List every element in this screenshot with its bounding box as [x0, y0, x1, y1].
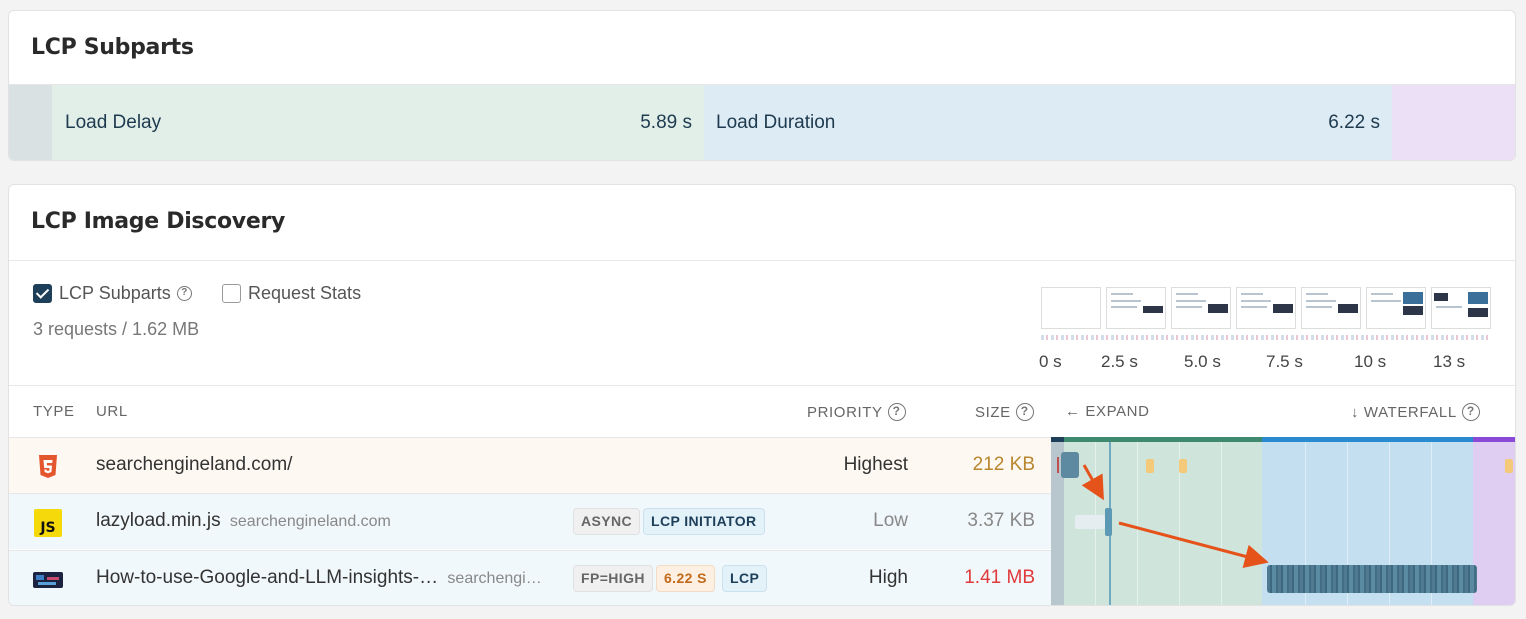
size-header-label: SIZE [975, 403, 1011, 421]
filmstrip-activity-bar [1041, 335, 1489, 340]
waterfall-sort-button[interactable]: ↓ WATERFALL ? [1351, 403, 1480, 421]
request-stats-checkbox-label: Request Stats [248, 283, 362, 303]
html5-icon [39, 455, 57, 478]
lcp-badge: LCP [722, 565, 768, 592]
request-domain: searchengineland.com [229, 513, 391, 530]
lcp-initiator-badge: LCP INITIATOR [643, 508, 765, 535]
fetch-priority-badge: FP=HIGH [573, 565, 653, 592]
load-delay-value: 5.89 s [640, 112, 692, 133]
lcp-subparts-checkbox[interactable]: LCP Subparts ? [33, 283, 192, 304]
column-header-type[interactable]: TYPE [33, 403, 75, 420]
filmstrip-frame[interactable] [1301, 287, 1361, 329]
filmstrip-frame[interactable] [1041, 287, 1101, 329]
lcp-subparts-bar: Load Delay 5.89 s Load Duration 6.22 s [9, 84, 1515, 160]
filmstrip-frame[interactable] [1431, 287, 1491, 329]
load-delay-segment[interactable]: Load Delay 5.89 s [52, 85, 704, 160]
lcp-subparts-title: LCP Subparts [31, 35, 194, 60]
lcp-subparts-card: LCP Subparts Load Delay 5.89 s Load Dura… [8, 10, 1516, 161]
filmstrip-frame[interactable] [1366, 287, 1426, 329]
request-url[interactable]: searchengineland.com/ [96, 454, 292, 476]
checkbox-checked-icon[interactable] [33, 284, 52, 303]
waterfall-header-label: ↓ WATERFALL [1351, 403, 1457, 421]
filmstrip-frame[interactable] [1106, 287, 1166, 329]
request-priority: Low [873, 510, 908, 531]
lcp-image-discovery-title: LCP Image Discovery [31, 209, 286, 234]
request-size: 212 KB [972, 454, 1035, 475]
filmstrip-frame[interactable] [1236, 287, 1296, 329]
image-icon [33, 572, 63, 588]
column-header-url[interactable]: URL [96, 403, 128, 420]
request-filename: lazyload.min.js [96, 510, 221, 531]
filmstrip-tick: 2.5 s [1101, 352, 1138, 371]
table-row[interactable]: JS lazyload.min.js searchengineland.com … [9, 493, 1051, 549]
filmstrip[interactable] [1041, 287, 1491, 329]
lcp-subparts-checkbox-label: LCP Subparts [59, 283, 171, 303]
filmstrip-tick: 0 s [1039, 352, 1062, 371]
expand-button[interactable]: ← EXPAND [1065, 403, 1150, 420]
help-icon[interactable]: ? [176, 286, 192, 301]
request-waterfall[interactable] [1051, 437, 1515, 605]
request-url[interactable]: lazyload.min.js searchengineland.com [96, 510, 391, 532]
filmstrip-tick: 10 s [1354, 352, 1387, 371]
request-domain: searchengi… [447, 570, 542, 587]
request-stats-checkbox[interactable]: Request Stats [222, 283, 361, 304]
divider [9, 385, 1515, 386]
filmstrip-tick: 5.0 s [1184, 352, 1221, 371]
request-url[interactable]: How-to-use-Google-and-LLM-insights-… sea… [96, 567, 542, 589]
lcp-image-discovery-card: LCP Image Discovery LCP Subparts ? Reque… [8, 184, 1516, 606]
filmstrip-tick: 13 s [1433, 352, 1466, 371]
checkbox-unchecked-icon[interactable] [222, 284, 241, 303]
render-delay-segment[interactable] [1392, 85, 1515, 160]
filmstrip-frame[interactable] [1171, 287, 1231, 329]
priority-header-label: PRIORITY [807, 403, 883, 421]
request-size: 1.41 MB [964, 567, 1035, 588]
request-summary: 3 requests / 1.62 MB [33, 319, 200, 339]
async-badge: ASYNC [573, 508, 641, 535]
ttfb-segment[interactable] [9, 85, 52, 160]
svg-text:JS: JS [39, 520, 55, 536]
request-size: 3.37 KB [967, 510, 1035, 531]
load-duration-segment[interactable]: Load Duration 6.22 s [704, 85, 1392, 160]
help-icon[interactable]: ? [1015, 403, 1034, 421]
load-duration-label: Load Duration [716, 112, 836, 133]
divider [9, 260, 1515, 261]
load-duration-value: 6.22 s [1328, 112, 1380, 133]
lcp-time-badge: 6.22 S [656, 565, 715, 592]
request-filename: How-to-use-Google-and-LLM-insights-… [96, 567, 439, 588]
request-priority: Highest [843, 454, 908, 475]
request-priority: High [868, 567, 908, 588]
load-delay-label: Load Delay [65, 112, 162, 133]
column-header-size[interactable]: SIZE ? [975, 403, 1034, 421]
initiator-arrows [1081, 464, 1269, 569]
help-icon[interactable]: ? [887, 403, 906, 421]
table-row[interactable]: How-to-use-Google-and-LLM-insights-… sea… [9, 550, 1051, 605]
help-icon[interactable]: ? [1461, 403, 1480, 421]
filmstrip-tick: 7.5 s [1266, 352, 1303, 371]
column-header-priority[interactable]: PRIORITY ? [807, 403, 906, 421]
table-row[interactable]: searchengineland.com/ Highest 212 KB [9, 437, 1051, 493]
js-icon: JS [34, 509, 62, 537]
